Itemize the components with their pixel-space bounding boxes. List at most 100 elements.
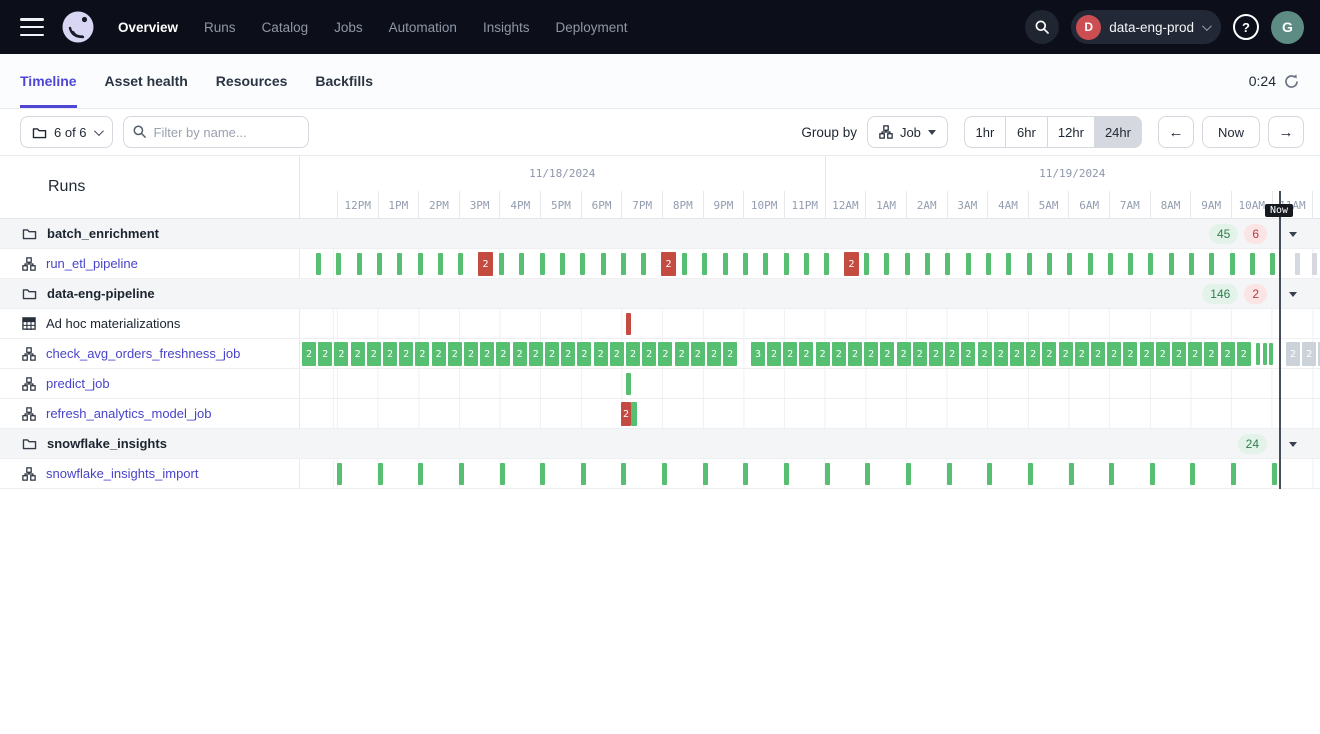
now-button[interactable]: Now <box>1202 116 1260 148</box>
name-filter-input[interactable] <box>123 116 309 148</box>
run-bar[interactable]: 2 <box>691 342 705 366</box>
tab-backfills[interactable]: Backfills <box>315 54 373 108</box>
run-bar[interactable] <box>540 463 545 485</box>
run-bar[interactable] <box>865 463 870 485</box>
code-location-filter-button[interactable]: 6 of 6 <box>20 116 113 148</box>
run-bar[interactable] <box>945 253 950 275</box>
run-bar[interactable]: 2 <box>334 342 348 366</box>
run-bar[interactable]: 2 <box>945 342 959 366</box>
run-bar[interactable]: 2 <box>1042 342 1056 366</box>
run-bar[interactable] <box>1148 253 1153 275</box>
run-bar[interactable] <box>418 463 423 485</box>
run-bar[interactable]: 2 <box>626 342 640 366</box>
range-24hr-button[interactable]: 24hr <box>1095 116 1142 148</box>
run-bar[interactable] <box>763 253 768 275</box>
run-bar[interactable]: 2 <box>610 342 624 366</box>
run-bar[interactable]: 2 <box>529 342 543 366</box>
run-bar[interactable] <box>906 463 911 485</box>
run-bar[interactable] <box>1067 253 1072 275</box>
run-bar[interactable]: 2 <box>913 342 927 366</box>
run-bar[interactable]: 2 <box>399 342 413 366</box>
run-bar[interactable] <box>560 253 565 275</box>
run-bar[interactable]: 2 <box>478 252 493 276</box>
run-bar[interactable] <box>905 253 910 275</box>
run-bar[interactable] <box>1088 253 1093 275</box>
run-bar[interactable] <box>1231 463 1236 485</box>
menu-icon[interactable] <box>20 18 44 36</box>
run-bar[interactable]: 2 <box>642 342 656 366</box>
run-bar[interactable]: 2 <box>832 342 846 366</box>
run-bar[interactable]: 2 <box>783 342 797 366</box>
run-bar[interactable] <box>1069 463 1074 485</box>
tab-asset-health[interactable]: Asset health <box>105 54 188 108</box>
search-button[interactable] <box>1025 10 1059 44</box>
run-bar[interactable] <box>682 253 687 275</box>
run-bar[interactable] <box>519 253 524 275</box>
top-nav-item-jobs[interactable]: Jobs <box>334 20 363 35</box>
page-earlier-button[interactable]: ← <box>1158 116 1194 148</box>
run-bar[interactable]: 2 <box>415 342 429 366</box>
run-bar[interactable]: 2 <box>929 342 943 366</box>
range-1hr-button[interactable]: 1hr <box>964 116 1006 148</box>
run-bar[interactable] <box>1189 253 1194 275</box>
run-bar[interactable] <box>966 253 971 275</box>
run-bar[interactable] <box>1295 253 1300 275</box>
run-bar[interactable] <box>580 253 585 275</box>
run-bar[interactable] <box>804 253 809 275</box>
run-bar[interactable]: 2 <box>844 252 859 276</box>
top-nav-item-catalog[interactable]: Catalog <box>262 20 309 35</box>
expand-caret-button[interactable] <box>1279 279 1307 309</box>
run-bar[interactable]: 2 <box>302 342 316 366</box>
run-bar[interactable] <box>1047 253 1052 275</box>
run-bar[interactable] <box>418 253 423 275</box>
run-bar[interactable]: 2 <box>1107 342 1121 366</box>
run-bar[interactable]: 2 <box>513 342 527 366</box>
run-bar[interactable]: 2 <box>1172 342 1186 366</box>
run-bar[interactable]: 2 <box>897 342 911 366</box>
run-bar[interactable]: 2 <box>496 342 510 366</box>
run-bar[interactable] <box>337 463 342 485</box>
run-bar[interactable] <box>626 373 631 395</box>
top-nav-item-deployment[interactable]: Deployment <box>555 20 627 35</box>
run-bar[interactable]: 2 <box>367 342 381 366</box>
run-bar[interactable]: 2 <box>1059 342 1073 366</box>
expand-caret-button[interactable] <box>1279 219 1307 249</box>
run-bar[interactable]: 2 <box>1221 342 1235 366</box>
run-bar[interactable]: 2 <box>577 342 591 366</box>
run-bar[interactable] <box>438 253 443 275</box>
user-avatar[interactable]: G <box>1271 11 1304 44</box>
run-bar[interactable] <box>784 463 789 485</box>
row-label[interactable]: run_etl_pipeline <box>46 256 138 271</box>
run-bar[interactable]: 2 <box>1286 342 1300 366</box>
run-bar[interactable] <box>357 253 362 275</box>
run-bar[interactable] <box>641 253 646 275</box>
run-bar[interactable] <box>864 253 869 275</box>
expand-caret-button[interactable] <box>1279 429 1307 459</box>
run-bar[interactable] <box>784 253 789 275</box>
row-label[interactable]: refresh_analytics_model_job <box>46 406 211 421</box>
run-bar[interactable]: 2 <box>464 342 478 366</box>
run-bar[interactable] <box>743 463 748 485</box>
run-bar[interactable] <box>336 253 341 275</box>
refresh-icon[interactable] <box>1283 73 1300 90</box>
run-bar[interactable]: 2 <box>1302 342 1316 366</box>
run-bar[interactable] <box>1150 463 1155 485</box>
run-bar[interactable]: 2 <box>961 342 975 366</box>
run-bar[interactable] <box>1230 253 1235 275</box>
run-bar[interactable]: 2 <box>1026 342 1040 366</box>
run-bar[interactable] <box>1027 253 1032 275</box>
workspace-switcher[interactable]: D data-eng-prod <box>1071 10 1221 44</box>
dagster-logo[interactable] <box>60 9 96 45</box>
run-bar[interactable] <box>1263 343 1267 365</box>
run-bar[interactable]: 2 <box>848 342 862 366</box>
run-bar[interactable] <box>986 253 991 275</box>
run-bar[interactable]: 2 <box>621 402 631 426</box>
run-bar[interactable] <box>1312 253 1317 275</box>
run-bar[interactable] <box>702 253 707 275</box>
run-bar[interactable] <box>662 463 667 485</box>
page-later-button[interactable]: → <box>1268 116 1304 148</box>
run-bar[interactable] <box>925 253 930 275</box>
run-bar[interactable]: 2 <box>318 342 332 366</box>
run-bar[interactable]: 2 <box>1140 342 1154 366</box>
run-bar[interactable] <box>459 463 464 485</box>
